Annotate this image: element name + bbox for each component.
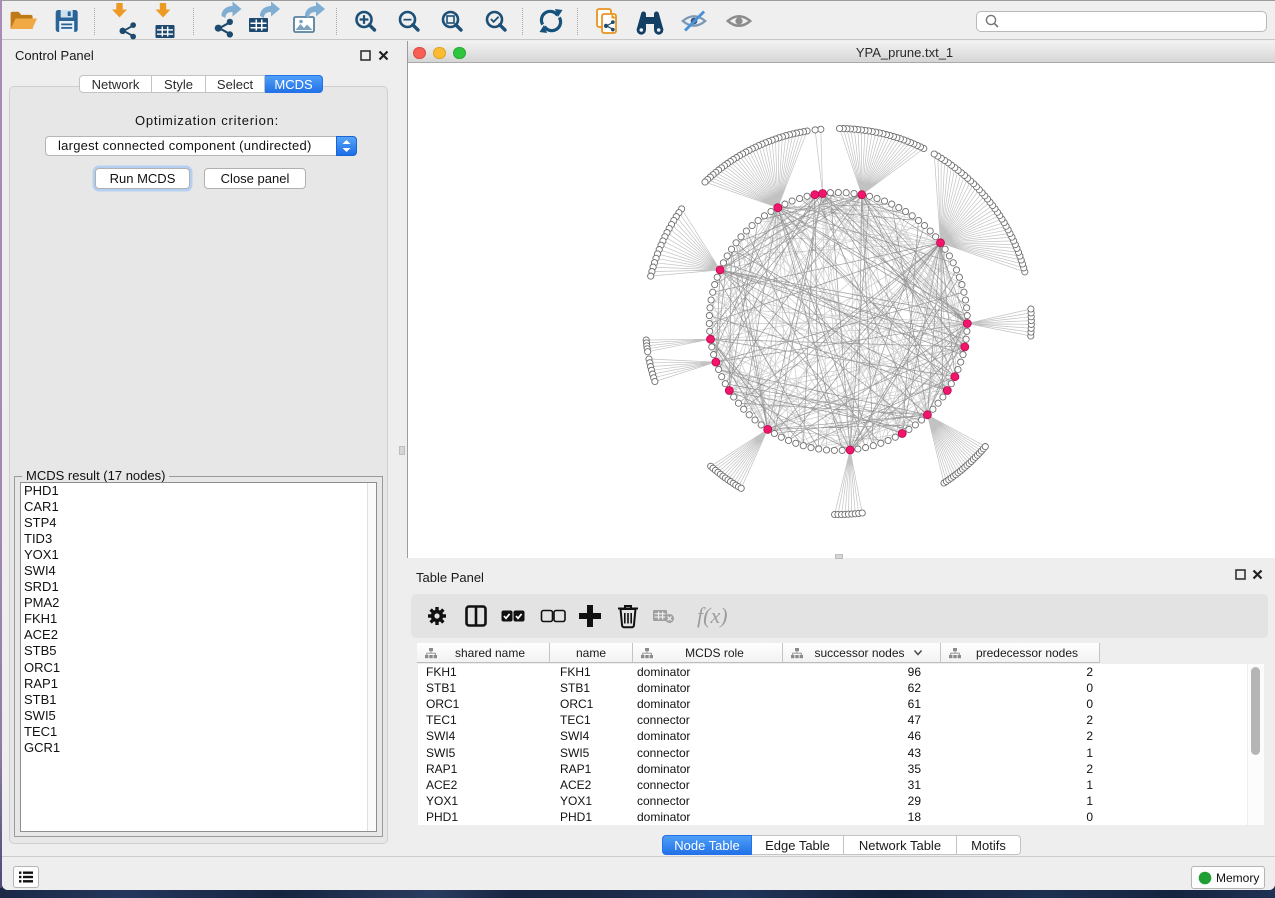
svg-text:f(x): f(x) [697, 603, 728, 628]
